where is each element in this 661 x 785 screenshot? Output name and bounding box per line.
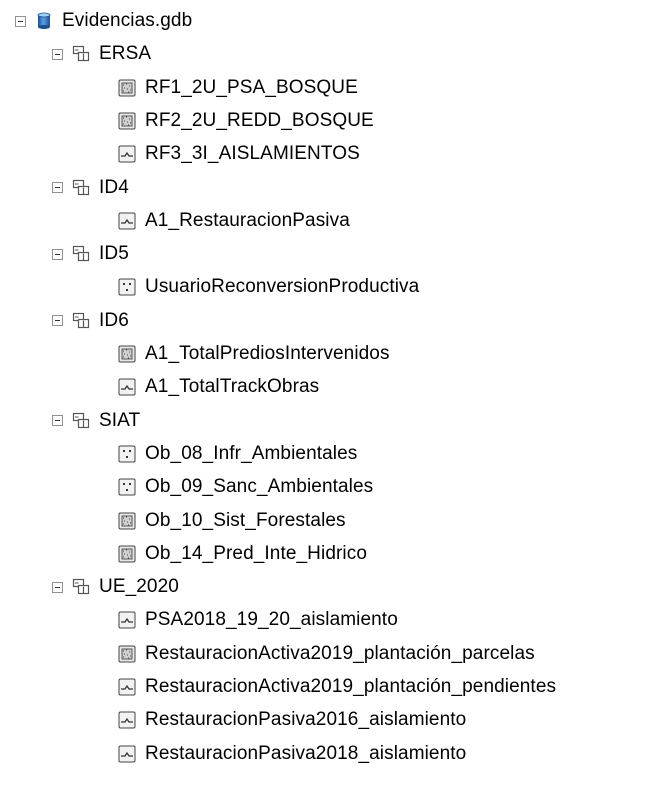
tree-item-dataset[interactable]: UE_2020 bbox=[52, 571, 179, 603]
collapse-toggle-icon[interactable] bbox=[15, 15, 26, 27]
featureclass-label: PSA2018_19_20_aislamiento bbox=[145, 609, 398, 631]
tree-item-featureclass[interactable]: RestauracionPasiva2018_aislamiento bbox=[118, 738, 466, 770]
dataset-label: UE_2020 bbox=[99, 576, 179, 598]
point-featureclass-icon bbox=[118, 478, 136, 496]
tree-item-featureclass[interactable]: RestauracionActiva2019_plantación_pendie… bbox=[118, 671, 556, 703]
tree-item-featureclass[interactable]: RF2_2U_REDD_BOSQUE bbox=[118, 105, 374, 137]
featureclass-label: A1_TotalTrackObras bbox=[145, 376, 320, 398]
dataset-label: SIAT bbox=[99, 409, 141, 431]
tree-item-dataset[interactable]: ID5 bbox=[52, 238, 129, 270]
featureclass-label: RF3_3I_AISLAMIENTOS bbox=[145, 143, 360, 165]
feature-dataset-icon bbox=[72, 312, 90, 330]
feature-dataset-icon bbox=[72, 245, 90, 263]
collapse-toggle-icon[interactable] bbox=[52, 581, 63, 593]
featureclass-label: Ob_08_Infr_Ambientales bbox=[145, 442, 358, 464]
featureclass-label: RF2_2U_REDD_BOSQUE bbox=[145, 109, 374, 131]
dataset-label: ID4 bbox=[99, 176, 129, 198]
tree-item-featureclass[interactable]: A1_TotalTrackObras bbox=[118, 371, 319, 403]
tree-item-featureclass[interactable]: Ob_09_Sanc_Ambientales bbox=[118, 471, 373, 503]
line-featureclass-icon bbox=[118, 611, 136, 629]
feature-dataset-icon bbox=[72, 45, 90, 63]
tree-item-featureclass[interactable]: RF1_2U_PSA_BOSQUE bbox=[118, 72, 358, 104]
polygon-featureclass-icon bbox=[118, 345, 136, 363]
geodatabase-label: Evidencias.gdb bbox=[62, 10, 193, 31]
collapse-toggle-icon[interactable] bbox=[52, 315, 63, 327]
feature-dataset-icon bbox=[72, 179, 90, 197]
tree-item-dataset[interactable]: ID4 bbox=[52, 172, 129, 204]
polygon-featureclass-icon bbox=[118, 645, 136, 663]
featureclass-label: Ob_14_Pred_Inte_Hidrico bbox=[145, 542, 367, 564]
tree-root-geodatabase[interactable]: Evidencias.gdb bbox=[15, 5, 192, 37]
line-featureclass-icon bbox=[118, 711, 136, 729]
line-featureclass-icon bbox=[118, 745, 136, 763]
featureclass-label: Ob_09_Sanc_Ambientales bbox=[145, 476, 374, 498]
featureclass-label: A1_TotalPrediosIntervenidos bbox=[145, 343, 390, 364]
tree-item-featureclass[interactable]: RestauracionPasiva2016_aislamiento bbox=[118, 704, 466, 736]
polygon-featureclass-icon bbox=[118, 112, 136, 130]
feature-dataset-icon bbox=[72, 412, 90, 430]
collapse-toggle-icon[interactable] bbox=[52, 248, 63, 260]
polygon-featureclass-icon bbox=[118, 545, 136, 563]
tree-item-featureclass[interactable]: RestauracionActiva2019_plantación_parcel… bbox=[118, 638, 535, 670]
dataset-label: ERSA bbox=[99, 43, 152, 65]
featureclass-label: RF1_2U_PSA_BOSQUE bbox=[145, 76, 358, 98]
tree-item-featureclass[interactable]: Ob_14_Pred_Inte_Hidrico bbox=[118, 538, 367, 570]
line-featureclass-icon bbox=[118, 212, 136, 230]
tree-item-dataset[interactable]: ERSA bbox=[52, 38, 151, 70]
dataset-label: ID6 bbox=[99, 309, 129, 331]
polygon-featureclass-icon bbox=[118, 512, 136, 530]
tree-item-featureclass[interactable]: UsuarioReconversionProductiva bbox=[118, 271, 419, 303]
tree-item-featureclass[interactable]: PSA2018_19_20_aislamiento bbox=[118, 604, 398, 636]
polygon-featureclass-icon bbox=[118, 79, 136, 97]
collapse-toggle-icon[interactable] bbox=[52, 415, 63, 427]
line-featureclass-icon bbox=[118, 145, 136, 163]
featureclass-label: Ob_10_Sist_Forestales bbox=[145, 509, 346, 531]
featureclass-label: A1_RestauracionPasiva bbox=[145, 209, 350, 231]
featureclass-label: RestauracionPasiva2016_aislamiento bbox=[145, 709, 467, 731]
tree-item-dataset[interactable]: SIAT bbox=[52, 405, 140, 437]
point-featureclass-icon bbox=[118, 278, 136, 296]
feature-dataset-icon bbox=[72, 578, 90, 596]
point-featureclass-icon bbox=[118, 445, 136, 463]
line-featureclass-icon bbox=[118, 378, 136, 396]
tree-item-featureclass[interactable]: A1_TotalPrediosIntervenidos bbox=[118, 338, 390, 370]
tree-item-featureclass[interactable]: Ob_08_Infr_Ambientales bbox=[118, 438, 357, 470]
featureclass-label: UsuarioReconversionProductiva bbox=[145, 276, 420, 298]
collapse-toggle-icon[interactable] bbox=[52, 182, 63, 193]
line-featureclass-icon bbox=[118, 678, 136, 696]
featureclass-label: RestauracionActiva2019_plantación_pendie… bbox=[145, 676, 557, 697]
database-icon bbox=[35, 12, 53, 30]
tree-item-featureclass[interactable]: Ob_10_Sist_Forestales bbox=[118, 505, 346, 537]
featureclass-label: RestauracionPasiva2018_aislamiento bbox=[145, 742, 467, 764]
tree-item-featureclass[interactable]: A1_RestauracionPasiva bbox=[118, 205, 350, 237]
featureclass-label: RestauracionActiva2019_plantación_parcel… bbox=[145, 642, 535, 664]
tree-item-dataset[interactable]: ID6 bbox=[52, 305, 129, 337]
tree-item-featureclass[interactable]: RF3_3I_AISLAMIENTOS bbox=[118, 138, 360, 170]
collapse-toggle-icon[interactable] bbox=[52, 48, 63, 60]
dataset-label: ID5 bbox=[99, 243, 129, 265]
